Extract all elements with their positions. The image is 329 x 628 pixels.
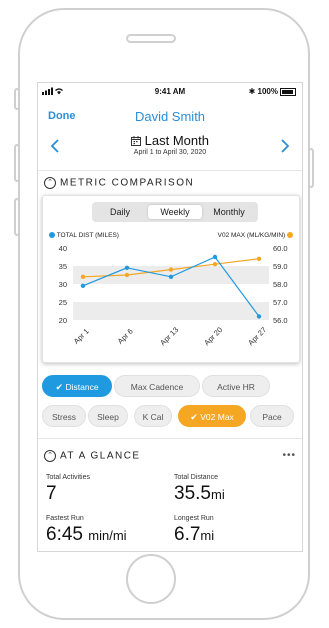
x-tick-label: Apr 6: [116, 327, 135, 346]
nav-bar: Done David Smith: [38, 107, 302, 127]
battery-indicator: ✱ 100%: [249, 87, 296, 96]
y-left-tick-label: 25: [59, 298, 67, 307]
at-a-glance-header[interactable]: ⌃ AT A GLANCE: [44, 450, 141, 462]
x-tick-label: Apr 13: [158, 325, 180, 347]
more-icon[interactable]: •••: [282, 450, 296, 461]
chip-distance[interactable]: ✔ Distance: [42, 375, 112, 397]
divider: [38, 438, 302, 439]
chip-pace[interactable]: Pace: [250, 405, 294, 427]
calendar-icon: [131, 133, 145, 148]
grid-band: [73, 302, 269, 320]
chip-max-cadence[interactable]: Max Cadence: [114, 375, 200, 397]
legend-distance-label: TOTAL DIST (MILES): [56, 232, 119, 239]
date-range-subtitle: April 1 to April 30, 2020: [133, 149, 207, 156]
date-range-title-row: Last Month: [38, 133, 302, 148]
chip-label: K Cal: [142, 412, 164, 422]
x-tick-label: Apr 1: [72, 327, 91, 346]
data-point-vo2: [212, 262, 218, 267]
y-left-tick-label: 30: [59, 280, 67, 289]
total-distance-unit: mi: [210, 487, 225, 502]
phone-volume-down-button: [14, 198, 20, 236]
y-left-tick-label: 35: [59, 262, 67, 271]
total-distance-value: 35.5mi: [174, 483, 225, 505]
battery-icon: [280, 87, 296, 96]
legend-dot-vo2: [287, 232, 293, 239]
y-right-tick-label: 59.0: [273, 262, 288, 271]
date-range-title: Last Month: [144, 133, 209, 148]
y-right-tick-label: 56.0: [273, 316, 288, 325]
status-bar: 9:41 AM ✱ 100%: [38, 83, 302, 99]
data-point-vo2: [124, 272, 130, 278]
chip-label: Max Cadence: [130, 382, 184, 392]
line-chart: 40 35 30 25 20 60.0 59.0 58.0 57.0 56.0 Apr 1 Apr 6…: [59, 244, 288, 347]
phone-speaker: [126, 34, 176, 43]
longest-run-value: 6.7mi: [174, 524, 214, 546]
chart-card: Daily Weekly Monthly TOTAL DIST (MILES) …: [42, 195, 300, 363]
fastest-run-unit: min/mi: [88, 528, 127, 543]
phone-power-button: [308, 148, 314, 188]
chip-label: Pace: [262, 412, 282, 422]
longest-run-unit: mi: [200, 528, 215, 543]
metric-comparison-title: METRIC COMPARISON: [60, 177, 195, 189]
tab-monthly[interactable]: Monthly: [204, 205, 254, 219]
total-distance-label: Total Distance: [174, 474, 218, 481]
y-right-tick-label: 57.0: [273, 298, 288, 307]
fastest-run-number: 6:45: [46, 524, 83, 545]
phone-volume-up-button: [14, 144, 20, 182]
y-left-tick-label: 40: [59, 244, 67, 253]
y-right-tick-label: 60.0: [273, 244, 288, 253]
legend-vo2-label: V02 MAX (ML/KG/MIN): [217, 232, 286, 239]
tab-daily[interactable]: Daily: [96, 205, 144, 219]
x-tick-label: Apr 20: [202, 325, 224, 347]
phone-side-button: [14, 88, 20, 110]
data-point-distance: [212, 254, 218, 260]
chip-label: Sleep: [97, 412, 119, 422]
home-button[interactable]: [126, 554, 176, 604]
check-icon: ✔: [190, 412, 201, 422]
page-title: David Smith: [134, 109, 206, 124]
longest-run-number: 6.7: [174, 524, 201, 545]
longest-run-label: Longest Run: [174, 515, 214, 522]
battery-percent: 100%: [257, 87, 278, 96]
divider: [38, 170, 302, 171]
chip-stress[interactable]: Stress: [42, 405, 86, 427]
data-point-distance: [124, 265, 130, 270]
total-distance-number: 35.5: [174, 483, 211, 504]
data-point-distance: [168, 274, 174, 279]
collapse-icon: ⌃: [44, 450, 56, 462]
legend-dot-distance: [49, 232, 55, 239]
x-tick-label: Apr 27: [246, 325, 268, 347]
legend-vo2: V02 MAX (ML/KG/MIN): [218, 232, 293, 239]
period-segmented-control: Daily Weekly Monthly: [92, 202, 258, 222]
chip-label: V02 Max: [200, 412, 234, 422]
chip-label: Active HR: [217, 382, 255, 392]
total-activities-value: 7: [46, 483, 57, 504]
chip-v02-max[interactable]: ✔ V02 Max: [178, 405, 246, 427]
data-point-vo2: [80, 274, 86, 279]
fastest-run-value: 6:45 min/mi: [46, 524, 127, 546]
legend-distance: TOTAL DIST (MILES): [49, 232, 119, 239]
collapse-icon: ⌃: [44, 177, 56, 189]
y-right-tick-label: 58.0: [273, 280, 288, 289]
y-left-tick-label: 20: [59, 316, 67, 325]
chip-active-hr[interactable]: Active HR: [202, 375, 270, 397]
data-point-distance: [256, 314, 262, 319]
app-screen: 9:41 AM ✱ 100% Done David Smith Last Mon…: [37, 82, 303, 552]
chip-label: Distance: [65, 382, 99, 392]
metric-comparison-header[interactable]: ⌃ METRIC COMPARISON: [44, 177, 194, 189]
tab-weekly[interactable]: Weekly: [148, 205, 202, 219]
check-icon: ✔: [55, 382, 66, 392]
chip-label: Stress: [51, 412, 77, 422]
data-point-vo2: [256, 256, 262, 261]
fastest-run-label: Fastest Run: [46, 515, 84, 522]
data-point-distance: [80, 283, 86, 288]
chip-sleep[interactable]: Sleep: [88, 405, 128, 427]
chip-k-cal[interactable]: K Cal: [134, 405, 172, 427]
bluetooth-icon: ✱: [248, 87, 256, 96]
date-range[interactable]: Last Month April 1 to April 30, 2020: [38, 133, 302, 163]
total-activities-label: Total Activities: [46, 474, 90, 481]
data-point-vo2: [168, 267, 174, 272]
at-a-glance-title: AT A GLANCE: [60, 450, 141, 462]
